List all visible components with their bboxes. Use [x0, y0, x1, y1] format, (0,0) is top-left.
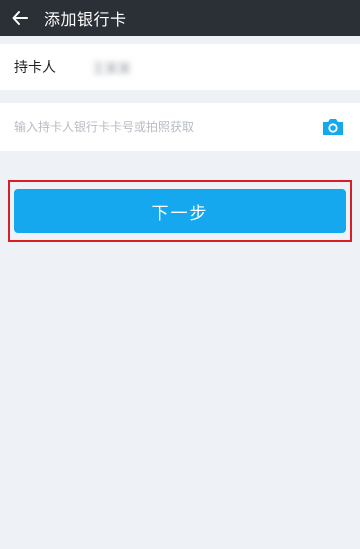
card-number-input[interactable] [14, 120, 320, 134]
camera-icon [323, 119, 343, 135]
top-bar: 添加银行卡 [0, 0, 360, 36]
page-title: 添加银行卡 [44, 10, 127, 29]
card-holder-name: 王某某 [92, 61, 132, 77]
back-button[interactable] [0, 0, 40, 36]
arrow-left-icon [12, 11, 28, 25]
add-bank-card-screen: 添加银行卡 持卡人 王某某 下一步 [0, 0, 360, 549]
camera-button[interactable] [320, 116, 346, 138]
card-number-row [0, 103, 360, 151]
next-step-button[interactable]: 下一步 [14, 189, 346, 233]
card-holder-row: 持卡人 王某某 [0, 44, 360, 90]
card-holder-label: 持卡人 [14, 60, 56, 76]
